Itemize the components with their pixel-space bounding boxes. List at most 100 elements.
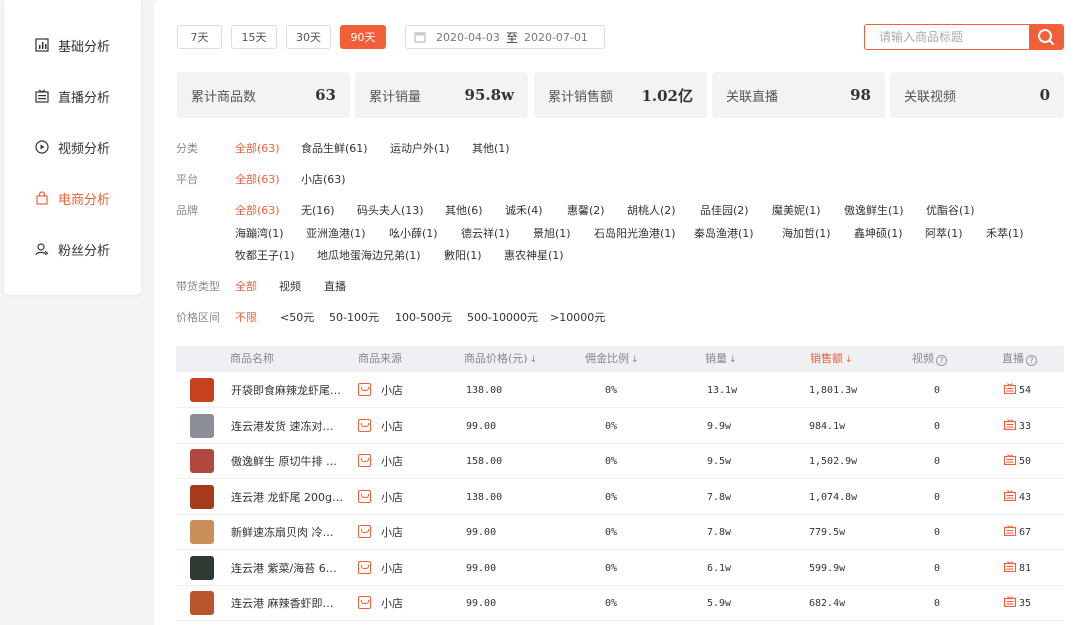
- filter-option[interactable]: 鑫坤硕(1): [854, 225, 903, 241]
- filter-option[interactable]: 不限: [235, 309, 257, 325]
- col-header-revenue[interactable]: 销售额 ↓: [810, 346, 853, 372]
- table-row[interactable]: 连云港 紫菜/海苔 6… 小店 99.00 0% 6.1w 599.9w 0 81: [176, 551, 1064, 586]
- product-name[interactable]: 开袋即食麻辣龙虾尾…: [231, 373, 341, 408]
- sidebar-item-basic-analysis[interactable]: 基础分析: [4, 30, 141, 60]
- table-row[interactable]: 开袋即食麻辣龙虾尾… 小店 138.00 0% 13.1w 1,801.3w 0 54: [176, 373, 1064, 408]
- filter-option[interactable]: 數阳(1): [444, 247, 482, 263]
- filter-option[interactable]: 50-100元: [329, 309, 379, 325]
- product-name[interactable]: 连云港 紫菜/海苔 6…: [231, 551, 337, 586]
- table-row[interactable]: 连云港发货 速冻对… 小店 99.00 0% 9.9w 984.1w 0 33: [176, 409, 1064, 444]
- store-icon: [358, 596, 371, 609]
- range-15-days-button[interactable]: 15天: [231, 25, 277, 49]
- filter-option[interactable]: 其他(1): [472, 140, 510, 156]
- date-range-picker[interactable]: 2020-04-03 至 2020-07-01: [405, 25, 605, 49]
- filter-option[interactable]: 品佳园(2): [700, 202, 749, 218]
- filter-option[interactable]: 全部(63): [235, 140, 280, 156]
- product-live-count[interactable]: 33: [1004, 409, 1031, 444]
- filter-option[interactable]: 禾萃(1): [986, 225, 1024, 241]
- filter-option[interactable]: 吆小薛(1): [389, 225, 438, 241]
- main-panel: 7天 15天 30天 90天 2020-04-03 至 2020-07-01 累…: [154, 0, 1080, 625]
- table-row[interactable]: 连云港 麻辣香虾即… 小店 99.00 0% 5.9w 682.4w 0 35: [176, 586, 1064, 621]
- search-input[interactable]: [865, 25, 1029, 49]
- product-revenue: 1,801.3w: [809, 385, 858, 396]
- product-thumbnail[interactable]: [190, 378, 214, 402]
- filter-option[interactable]: 牧都王子(1): [235, 247, 295, 263]
- sidebar-item-video-analysis[interactable]: 视频分析: [4, 132, 141, 162]
- date-start[interactable]: 2020-04-03: [436, 31, 500, 44]
- filter-option[interactable]: 阿萃(1): [925, 225, 963, 241]
- help-icon[interactable]: ?: [1026, 355, 1037, 366]
- product-thumbnail[interactable]: [190, 520, 214, 544]
- table-row[interactable]: 新鲜速冻扇贝肉 冷… 小店 99.00 0% 7.8w 779.5w 0 67: [176, 515, 1064, 550]
- filter-option[interactable]: 全部(63): [235, 202, 280, 218]
- filter-option[interactable]: 食品生鲜(61): [301, 140, 368, 156]
- filter-option[interactable]: 运动户外(1): [390, 140, 450, 156]
- sort-arrow-icon: ↓: [845, 355, 853, 365]
- product-live-count[interactable]: 54: [1004, 373, 1031, 408]
- filter-option[interactable]: 诚禾(4): [505, 202, 543, 218]
- filter-option[interactable]: >10000元: [550, 309, 605, 325]
- filter-option[interactable]: 其他(6): [445, 202, 483, 218]
- sidebar-item-live-analysis[interactable]: 直播分析: [4, 81, 141, 111]
- product-live-count[interactable]: 35: [1004, 586, 1031, 621]
- filter-option[interactable]: 胡桃人(2): [627, 202, 676, 218]
- filter-option[interactable]: 直播: [324, 278, 346, 294]
- filter-option[interactable]: 500-10000元: [467, 309, 538, 325]
- range-90-days-button[interactable]: 90天: [340, 25, 386, 49]
- filter-option[interactable]: 全部(63): [235, 171, 280, 187]
- filter-option[interactable]: 视频: [279, 278, 301, 294]
- product-price: 138.00: [466, 491, 503, 503]
- filter-option[interactable]: 景旭(1): [533, 225, 571, 241]
- search-button[interactable]: [1029, 25, 1063, 49]
- sidebar-item-label: 视频分析: [58, 141, 111, 157]
- product-name[interactable]: 连云港发货 速冻对…: [231, 409, 334, 444]
- sidebar-item-ecommerce-analysis[interactable]: 电商分析: [4, 183, 141, 213]
- product-live-count[interactable]: 43: [1004, 480, 1031, 515]
- product-thumbnail[interactable]: [190, 413, 214, 438]
- product-live-count[interactable]: 67: [1004, 515, 1031, 550]
- filter-option[interactable]: 魔美妮(1): [772, 202, 821, 218]
- filter-option[interactable]: 全部: [235, 278, 257, 294]
- table-row[interactable]: 傲逸鲜生 原切牛排 … 小店 158.00 0% 9.5w 1,502.9w 0 50: [176, 444, 1064, 479]
- filter-option[interactable]: 码头夫人(13): [357, 202, 424, 218]
- filter-option[interactable]: 亚洲渔港(1): [306, 225, 366, 241]
- filter-option[interactable]: 石岛阳光渔港(1): [594, 225, 676, 241]
- col-header-sales[interactable]: 销量 ↓: [705, 346, 737, 372]
- play-icon: [34, 139, 50, 155]
- filter-option[interactable]: <50元: [280, 309, 314, 325]
- table-row[interactable]: 连云港 龙虾尾 200g… 小店 138.00 0% 7.8w 1,074.8w 0 43: [176, 480, 1064, 515]
- sidebar-item-fans-analysis[interactable]: 粉丝分析: [4, 234, 141, 264]
- store-icon: [358, 383, 371, 396]
- help-icon[interactable]: ?: [936, 355, 947, 366]
- range-7-days-button[interactable]: 7天: [177, 25, 222, 49]
- col-header-commission[interactable]: 佣金比例 ↓: [585, 346, 639, 372]
- col-header-video: 视频?: [912, 346, 947, 372]
- range-30-days-button[interactable]: 30天: [286, 25, 331, 49]
- product-name[interactable]: 傲逸鲜生 原切牛排 …: [231, 444, 337, 479]
- filter-option[interactable]: 地瓜地蛋海边兄弟(1): [317, 247, 421, 263]
- filter-option[interactable]: 海蹦湾(1): [235, 225, 284, 241]
- filter-option[interactable]: 小店(63): [301, 171, 346, 187]
- filter-option[interactable]: 傲逸鲜生(1): [844, 202, 904, 218]
- filter-option[interactable]: 100-500元: [395, 309, 452, 325]
- tv-icon: [34, 88, 50, 104]
- filter-option[interactable]: 海加哲(1): [782, 225, 831, 241]
- col-header-price[interactable]: 商品价格(元) ↓: [464, 346, 537, 372]
- filter-option[interactable]: 无(16): [301, 202, 335, 218]
- filter-option[interactable]: 惠农神星(1): [504, 247, 564, 263]
- filter-option[interactable]: 惠馨(2): [567, 202, 605, 218]
- product-name[interactable]: 连云港 龙虾尾 200g…: [231, 480, 343, 515]
- product-thumbnail[interactable]: [190, 484, 214, 509]
- product-live-count[interactable]: 50: [1004, 444, 1031, 479]
- product-name[interactable]: 连云港 麻辣香虾即…: [231, 586, 334, 621]
- filter-option[interactable]: 德云祥(1): [461, 225, 510, 241]
- product-thumbnail[interactable]: [190, 555, 214, 580]
- product-name[interactable]: 新鲜速冻扇贝肉 冷…: [231, 515, 334, 550]
- date-end[interactable]: 2020-07-01: [524, 31, 588, 44]
- product-thumbnail[interactable]: [190, 591, 214, 615]
- col-header-name: 商品名称: [230, 352, 274, 365]
- product-live-count[interactable]: 81: [1004, 551, 1031, 586]
- product-thumbnail[interactable]: [190, 449, 214, 473]
- filter-option[interactable]: 优酯谷(1): [926, 202, 975, 218]
- filter-option[interactable]: 秦岛渔港(1): [694, 225, 754, 241]
